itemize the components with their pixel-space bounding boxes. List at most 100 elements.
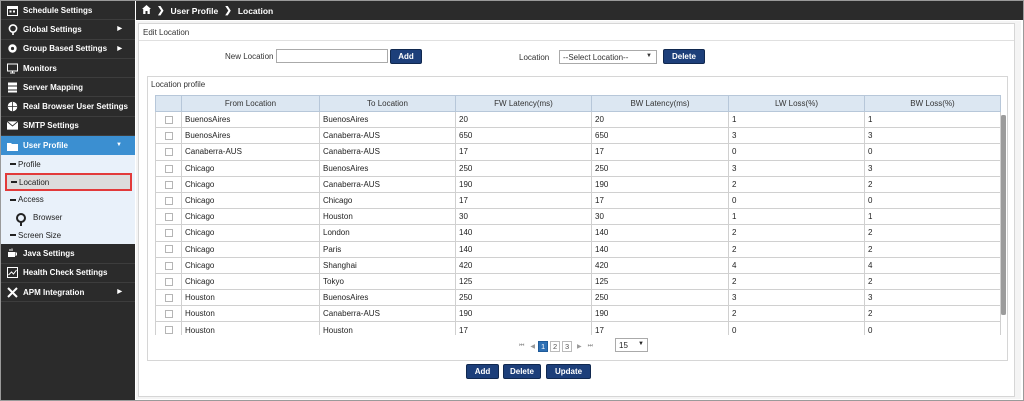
row-checkbox[interactable]	[164, 326, 173, 335]
prev-page-icon[interactable]: ◀	[530, 343, 535, 350]
sidebar-subitem-browser[interactable]: Browser	[1, 209, 135, 227]
sidebar-item-apm-integration[interactable]: APM Integration ▶	[1, 283, 135, 303]
sidebar-subitem-screen-size[interactable]: Screen Size	[1, 227, 135, 245]
sidebar-item-global-settings[interactable]: Global Settings ▶	[1, 20, 135, 40]
table-cell: 17	[455, 143, 592, 161]
row-select-cell	[155, 272, 182, 291]
table-cell: Chicago	[181, 224, 320, 242]
table-cell: 650	[591, 127, 729, 145]
column-header[interactable]: BW Latency(ms)	[591, 95, 729, 112]
table-row[interactable]: Canaberra-AUS Canaberra-AUS 17 17 0 0	[155, 143, 1001, 161]
page-3[interactable]: 3	[562, 340, 573, 352]
location-select-value: --Select Location--	[563, 52, 629, 62]
sidebar-item-label: Real Browser User Settings	[23, 102, 128, 112]
table-cell: 250	[455, 159, 592, 177]
tools-icon	[7, 286, 18, 298]
sidebar-subitem-access[interactable]: Access	[1, 191, 135, 209]
sidebar-item-schedule-settings[interactable]: Schedule Settings	[1, 1, 135, 21]
sidebar-subitem-profile[interactable]: Profile	[1, 155, 135, 173]
location-pin-icon	[7, 24, 18, 35]
next-page-icon[interactable]: ▶	[577, 343, 582, 350]
last-page-icon[interactable]: ⏭	[588, 343, 593, 350]
table-row[interactable]: Chicago London 140 140 2 2	[155, 224, 1001, 242]
column-header[interactable]: FW Latency(ms)	[455, 95, 592, 112]
table-cell: 0	[728, 191, 865, 210]
location-select[interactable]: --Select Location-- ▼	[559, 50, 657, 64]
row-checkbox[interactable]	[164, 164, 173, 173]
sidebar-item-label: SMTP Settings	[23, 121, 79, 131]
table-row[interactable]: Houston Houston 17 17 0 0	[155, 321, 1001, 335]
chevron-right-icon: ❯	[224, 5, 232, 15]
table-cell: 1	[864, 208, 1001, 226]
table-row[interactable]: Chicago BuenosAires 250 250 3 3	[155, 159, 1001, 177]
row-checkbox[interactable]	[164, 148, 173, 157]
sidebar-item-server-mapping[interactable]: Server Mapping	[1, 78, 135, 98]
table-cell: 3	[864, 289, 1001, 307]
table-cell: 4	[728, 256, 865, 274]
row-checkbox[interactable]	[164, 245, 173, 254]
row-select-cell	[155, 175, 182, 193]
table-row[interactable]: Chicago Tokyo 125 125 2 2	[155, 272, 1001, 291]
sidebar-item-java-settings[interactable]: Java Settings	[1, 244, 135, 264]
add-button[interactable]: Add	[466, 364, 499, 379]
sidebar-subitem-location[interactable]: Location	[5, 173, 132, 191]
table-row[interactable]: Chicago Canaberra-AUS 190 190 2 2	[155, 175, 1001, 193]
table-row[interactable]: Chicago Houston 30 30 1 1	[155, 208, 1001, 226]
home-icon[interactable]	[142, 5, 151, 16]
column-header[interactable]: From Location	[181, 95, 320, 112]
gear-icon	[7, 43, 18, 54]
table-cell: 2	[728, 272, 865, 291]
table-cell: 30	[455, 208, 592, 226]
delete-button[interactable]: Delete	[503, 364, 541, 379]
row-checkbox[interactable]	[164, 229, 173, 238]
table-cell: 2	[864, 305, 1001, 323]
first-page-icon[interactable]: ⏮	[519, 343, 524, 350]
page-1[interactable]: 1	[538, 340, 549, 352]
page-size-select[interactable]: 15 ▼	[615, 338, 648, 352]
table-row[interactable]: Chicago Paris 140 140 2 2	[155, 240, 1001, 258]
new-location-input[interactable]	[276, 49, 388, 63]
row-checkbox[interactable]	[164, 277, 173, 286]
sidebar-item-health-check-settings[interactable]: Health Check Settings	[1, 264, 135, 283]
add-location-button[interactable]: Add	[390, 49, 422, 64]
row-checkbox[interactable]	[164, 132, 173, 141]
table-cell: Canaberra-AUS	[181, 143, 320, 161]
row-checkbox[interactable]	[164, 261, 173, 270]
sidebar-item-group-based-settings[interactable]: Group Based Settings ▶	[1, 40, 135, 59]
table-cell: BuenosAires	[181, 110, 320, 129]
sidebar-item-smtp-settings[interactable]: SMTP Settings	[1, 117, 135, 137]
column-header[interactable]: LW Loss(%)	[728, 95, 865, 112]
table-row[interactable]: BuenosAires BuenosAires 20 20 1 1	[155, 110, 1001, 129]
row-checkbox[interactable]	[164, 180, 173, 189]
table-cell: 17	[455, 191, 592, 210]
table-row[interactable]: Chicago Shanghai 420 420 4 4	[155, 256, 1001, 274]
sidebar-item-real-browser-user-settings[interactable]: Real Browser User Settings	[1, 97, 135, 117]
table-row[interactable]: Chicago Chicago 17 17 0 0	[155, 191, 1001, 210]
row-checkbox[interactable]	[164, 310, 173, 319]
row-checkbox[interactable]	[164, 294, 173, 303]
update-button[interactable]: Update	[546, 364, 591, 379]
table-cell: 2	[728, 240, 865, 258]
row-checkbox[interactable]	[164, 213, 173, 222]
table-row[interactable]: Houston BuenosAires 250 250 3 3	[155, 289, 1001, 307]
server-icon	[7, 82, 18, 93]
table-row[interactable]: BuenosAires Canaberra-AUS 650 650 3 3	[155, 127, 1001, 145]
delete-location-button[interactable]: Delete	[663, 49, 705, 64]
panel-title: Edit Location	[143, 28, 190, 37]
grid-scrollbar[interactable]	[1001, 115, 1006, 315]
table-cell: Chicago	[181, 191, 320, 210]
edit-location-panel: Edit Location New Location Add Location …	[138, 23, 1015, 397]
row-checkbox[interactable]	[164, 196, 173, 205]
column-header[interactable]: BW Loss(%)	[864, 95, 1001, 112]
sidebar-item-label: Group Based Settings	[23, 44, 108, 54]
sidebar-item-label: Server Mapping	[23, 82, 84, 92]
row-checkbox[interactable]	[164, 115, 173, 124]
breadcrumb-user-profile[interactable]: User Profile	[171, 6, 219, 16]
table-row[interactable]: Houston Canaberra-AUS 190 190 2 2	[155, 305, 1001, 323]
sidebar-item-user-profile[interactable]: User Profile ▼	[1, 136, 135, 156]
column-header[interactable]: To Location	[319, 95, 456, 112]
row-select-cell	[155, 110, 182, 129]
grid-scrollbar-thumb[interactable]	[1001, 115, 1006, 315]
sidebar-item-monitors[interactable]: Monitors	[1, 59, 135, 79]
page-2[interactable]: 2	[550, 340, 561, 352]
